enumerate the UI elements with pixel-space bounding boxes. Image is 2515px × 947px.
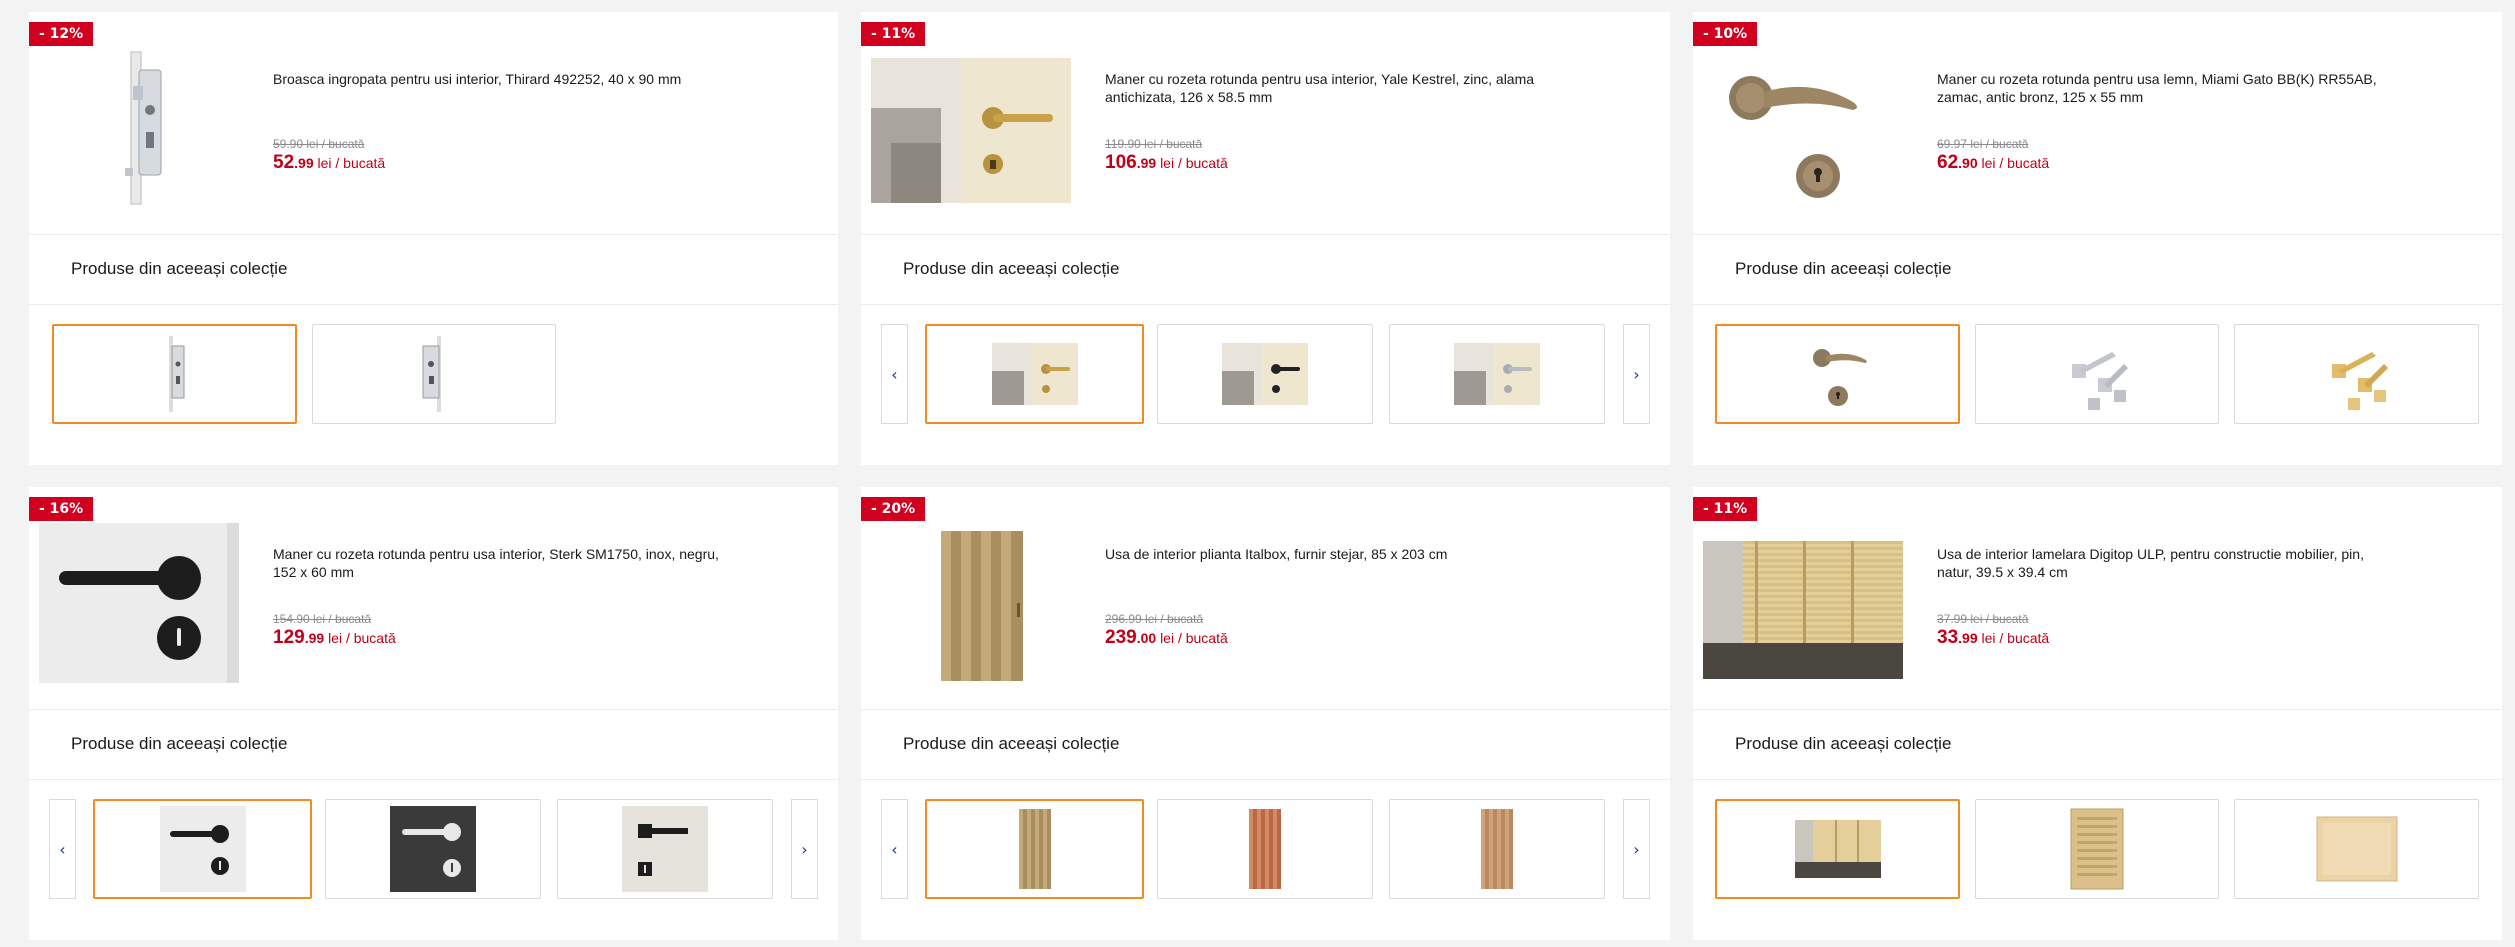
old-price: 296.99 lei / bucată [1105, 612, 1204, 626]
old-price: 154.90 lei / bucată [273, 612, 372, 626]
discount-badge: - 12% [29, 22, 94, 46]
price-integer: 239 [1105, 627, 1137, 648]
handle-black-thumb[interactable] [1157, 324, 1373, 424]
louvered-room-thumb[interactable] [1715, 799, 1960, 899]
price-integer: 62 [1937, 152, 1959, 173]
square-black-handle-thumb[interactable] [557, 799, 773, 899]
old-price: 59.90 lei / bucată [273, 137, 365, 151]
discount-badge: - 11% [861, 22, 926, 46]
folding-door-oak-thumb[interactable] [925, 799, 1144, 899]
mortise-lock-thumb[interactable] [52, 324, 297, 424]
louvered-panel-thumb[interactable] [1975, 799, 2219, 899]
price-decimals: .99 [1958, 630, 1978, 646]
price-decimals: .99 [294, 155, 314, 171]
product-card: - 12% Broasca ingropata pentru usi inter… [29, 12, 838, 465]
collection-title: Produse din aceeași colecție [71, 734, 288, 753]
price-integer: 106 [1105, 152, 1137, 173]
price-decimals: .99 [1136, 155, 1157, 171]
divider [29, 304, 838, 305]
price-unit: lei / bucată [1981, 630, 2050, 646]
white-handle-dark-thumb[interactable] [325, 799, 541, 899]
product-card: - 10% Maner cu rozeta rotunda pentru usa… [1693, 12, 2502, 465]
price-decimals: .99 [304, 630, 325, 646]
pine-panel-thumb[interactable] [2234, 799, 2479, 899]
discount-badge: - 16% [29, 497, 94, 521]
divider [861, 304, 1670, 305]
price-unit: lei / bucată [328, 630, 396, 646]
handle-brass-thumb[interactable] [925, 324, 1144, 424]
carousel-prev-button[interactable]: ‹ [881, 324, 908, 424]
product-name[interactable]: Broasca ingropata pentru usi interior, T… [273, 70, 733, 88]
divider [1693, 709, 2502, 710]
carousel-next-button[interactable]: › [1623, 799, 1650, 899]
chrome-handle-thumb[interactable] [1975, 324, 2219, 424]
discount-badge: - 11% [1693, 497, 1758, 521]
price-unit: lei / bucată [1981, 155, 2050, 171]
collection-title: Produse din aceeași colecție [1735, 734, 1952, 753]
divider [29, 234, 838, 235]
product-name[interactable]: Maner cu rozeta rotunda pentru usa lemn,… [1937, 70, 2397, 106]
carousel-prev-button[interactable]: ‹ [881, 799, 908, 899]
current-price: 52.99 lei / bucată [273, 152, 385, 174]
mortise-lock-icon[interactable] [39, 48, 239, 208]
product-name[interactable]: Usa de interior plianta Italbox, furnir … [1105, 545, 1565, 563]
current-price: 239.00 lei / bucată [1105, 627, 1228, 649]
bronze-handle-thumb[interactable] [1715, 324, 1960, 424]
mortise-lock-alt-thumb[interactable] [312, 324, 556, 424]
carousel-next-button[interactable]: › [1623, 324, 1650, 424]
product-name[interactable]: Maner cu rozeta rotunda pentru usa inter… [1105, 70, 1565, 106]
price-unit: lei / bucată [1160, 630, 1228, 646]
divider [861, 234, 1670, 235]
current-price: 106.99 lei / bucată [1105, 152, 1228, 174]
folding-door-light-thumb[interactable] [1389, 799, 1605, 899]
door-handle-brass-icon[interactable] [871, 48, 1071, 208]
collection-title: Produse din aceeași colecție [903, 734, 1120, 753]
divider [29, 709, 838, 710]
current-price: 33.99 lei / bucată [1937, 627, 2049, 649]
folding-door-cherry-thumb[interactable] [1157, 799, 1373, 899]
old-price: 69.97 lei / bucată [1937, 137, 2029, 151]
collection-title: Produse din aceeași colecție [1735, 259, 1952, 278]
old-price: 37.99 lei / bucată [1937, 612, 2029, 626]
product-name[interactable]: Usa de interior lamelara Digitop ULP, pe… [1937, 545, 2397, 581]
current-price: 62.90 lei / bucată [1937, 152, 2049, 174]
price-unit: lei / bucată [1160, 155, 1228, 171]
black-handle-icon[interactable] [39, 523, 239, 683]
carousel-next-button[interactable]: › [791, 799, 818, 899]
current-price: 129.99 lei / bucată [273, 627, 396, 649]
gold-handle-thumb[interactable] [2234, 324, 2479, 424]
price-unit: lei / bucată [317, 155, 386, 171]
product-name[interactable]: Maner cu rozeta rotunda pentru usa inter… [273, 545, 733, 581]
price-integer: 33 [1937, 627, 1959, 648]
price-decimals: .00 [1136, 630, 1157, 646]
carousel-prev-button[interactable]: ‹ [49, 799, 76, 899]
black-handle-thumb[interactable] [93, 799, 312, 899]
folding-door-icon[interactable] [871, 523, 1071, 683]
divider [861, 709, 1670, 710]
collection-title: Produse din aceeași colecție [903, 259, 1120, 278]
divider [1693, 304, 2502, 305]
divider [29, 779, 838, 780]
price-integer: 52 [273, 152, 295, 173]
old-price: 119.90 lei / bucată [1105, 137, 1203, 151]
product-card: - 16% Maner cu rozeta rotunda pentru usa… [29, 487, 838, 940]
divider [1693, 779, 2502, 780]
price-integer: 129 [273, 627, 305, 648]
divider [861, 779, 1670, 780]
discount-badge: - 10% [1693, 22, 1758, 46]
collection-title: Produse din aceeași colecție [71, 259, 288, 278]
price-decimals: .90 [1958, 155, 1978, 171]
bronze-handle-icon[interactable] [1703, 48, 1903, 208]
product-card: - 11% Usa de interior lamelara Digitop U… [1693, 487, 2502, 940]
product-card: - 11% Maner cu rozeta rotunda pentru usa… [861, 12, 1670, 465]
louvered-door-icon[interactable] [1703, 523, 1903, 683]
divider [1693, 234, 2502, 235]
discount-badge: - 20% [861, 497, 926, 521]
product-card: - 20% Usa de interior plianta Italbox, f… [861, 487, 1670, 940]
handle-silver-thumb[interactable] [1389, 324, 1605, 424]
